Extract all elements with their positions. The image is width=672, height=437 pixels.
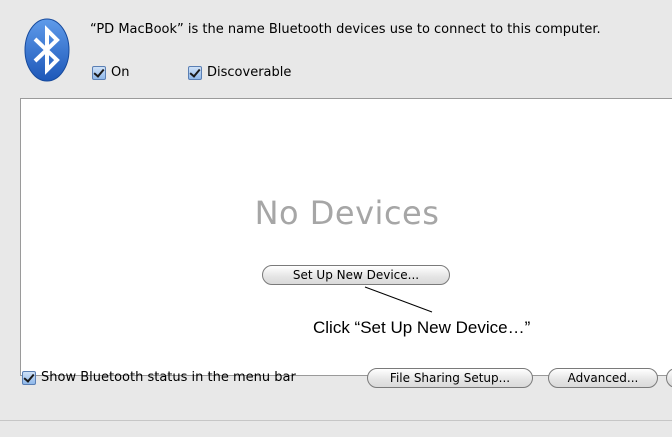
- on-checkbox[interactable]: On: [92, 65, 129, 80]
- discoverable-checkbox[interactable]: Discoverable: [188, 65, 291, 80]
- on-checkbox-label: On: [111, 65, 130, 80]
- discoverable-checkbox-label: Discoverable: [207, 65, 292, 80]
- computer-name-description: “PD MacBook” is the name Bluetooth devic…: [90, 22, 601, 37]
- show-status-checkbox-label: Show Bluetooth status in the menu bar: [41, 370, 296, 385]
- no-devices-message: No Devices: [254, 194, 440, 232]
- bluetooth-preferences-pane: “PD MacBook” is the name Bluetooth devic…: [0, 0, 672, 437]
- show-bluetooth-status-checkbox[interactable]: Show Bluetooth status in the menu bar: [22, 370, 296, 385]
- bluetooth-icon: [24, 18, 70, 82]
- discoverable-checkbox-box[interactable]: [188, 65, 202, 80]
- set-up-new-device-button[interactable]: Set Up New Device...: [262, 265, 450, 285]
- annotation-text: Click “Set Up New Device…”: [313, 318, 531, 337]
- show-status-checkbox-box[interactable]: [22, 370, 36, 385]
- bottom-divider: [0, 420, 672, 421]
- file-sharing-setup-button[interactable]: File Sharing Setup...: [367, 368, 533, 388]
- on-checkbox-box[interactable]: [92, 65, 106, 80]
- advanced-button[interactable]: Advanced...: [548, 368, 658, 388]
